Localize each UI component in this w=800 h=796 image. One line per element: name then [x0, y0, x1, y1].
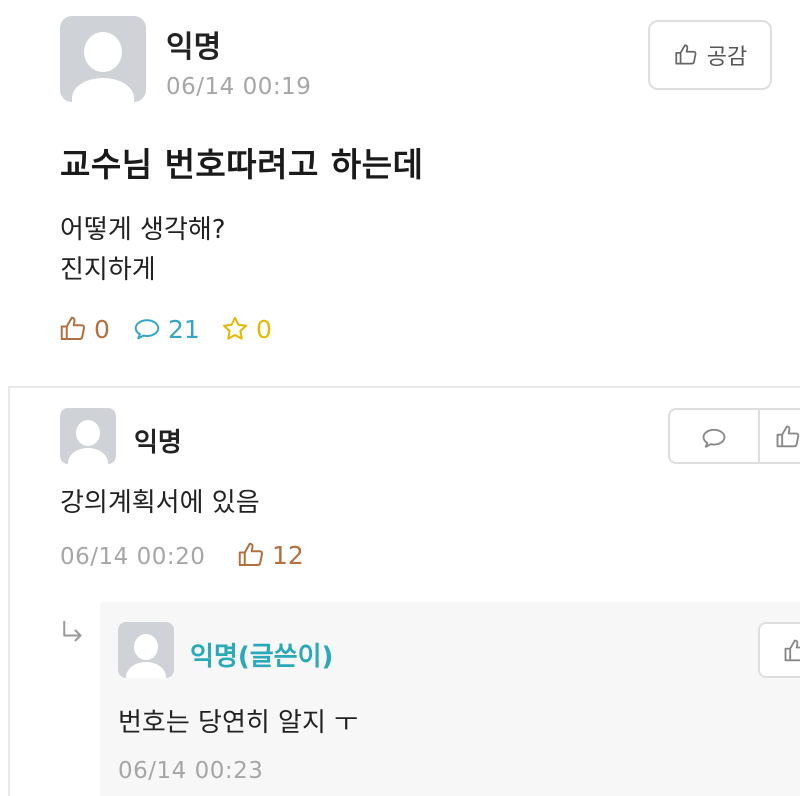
reply-author-name: 익명(글쓴이): [190, 642, 334, 672]
post-body-line: 진지하게: [60, 255, 156, 285]
thumbs-up-icon[interactable]: [782, 637, 800, 665]
post-title: 교수님 번호따려고 하는데: [60, 145, 424, 184]
speech-bubble-icon[interactable]: [700, 424, 728, 452]
like-button-label: 공감: [706, 45, 748, 70]
speech-bubble-icon: [134, 319, 160, 340]
post-scrap-count: 0: [220, 314, 272, 344]
like-count-value: 0: [94, 314, 110, 344]
reply-timestamp: 06/14 00:23: [118, 758, 264, 784]
star-icon: [223, 316, 247, 340]
comment-section-border: [8, 386, 10, 796]
post-timestamp: 06/14 00:19: [166, 74, 312, 100]
post-author-avatar: [60, 16, 146, 102]
thumbs-up-icon: [675, 44, 697, 65]
scrap-count-value: 0: [256, 314, 272, 344]
comment-like-count: 12: [236, 540, 304, 570]
thumbs-up-icon: [238, 542, 264, 566]
comment-action-group: [668, 408, 800, 464]
post-comment-count: 21: [132, 314, 200, 344]
post-body-line: 어떻게 생각해?: [60, 215, 226, 245]
comment-like-value: 12: [272, 540, 304, 570]
like-button[interactable]: 공감: [648, 20, 772, 90]
thumbs-up-icon: [60, 316, 86, 340]
comment-author-name: 익명: [134, 428, 182, 458]
comment-author-avatar: [60, 408, 116, 464]
post-author-name: 익명: [166, 30, 222, 65]
comment-text: 강의계획서에 있음: [60, 488, 260, 518]
post-like-count: 0: [58, 314, 110, 344]
reply-text: 번호는 당연히 알지 ㅜ: [118, 708, 359, 738]
reply-action-group: [758, 622, 800, 678]
comment-timestamp: 06/14 00:20: [60, 544, 206, 570]
reply-author-avatar: [118, 622, 174, 678]
reply-arrow-icon: [63, 620, 82, 642]
thumbs-up-icon[interactable]: [774, 423, 800, 451]
post-body: 어떻게 생각해? 진지하게: [60, 210, 226, 290]
comment-count-value: 21: [168, 314, 200, 344]
section-divider: [8, 386, 800, 388]
